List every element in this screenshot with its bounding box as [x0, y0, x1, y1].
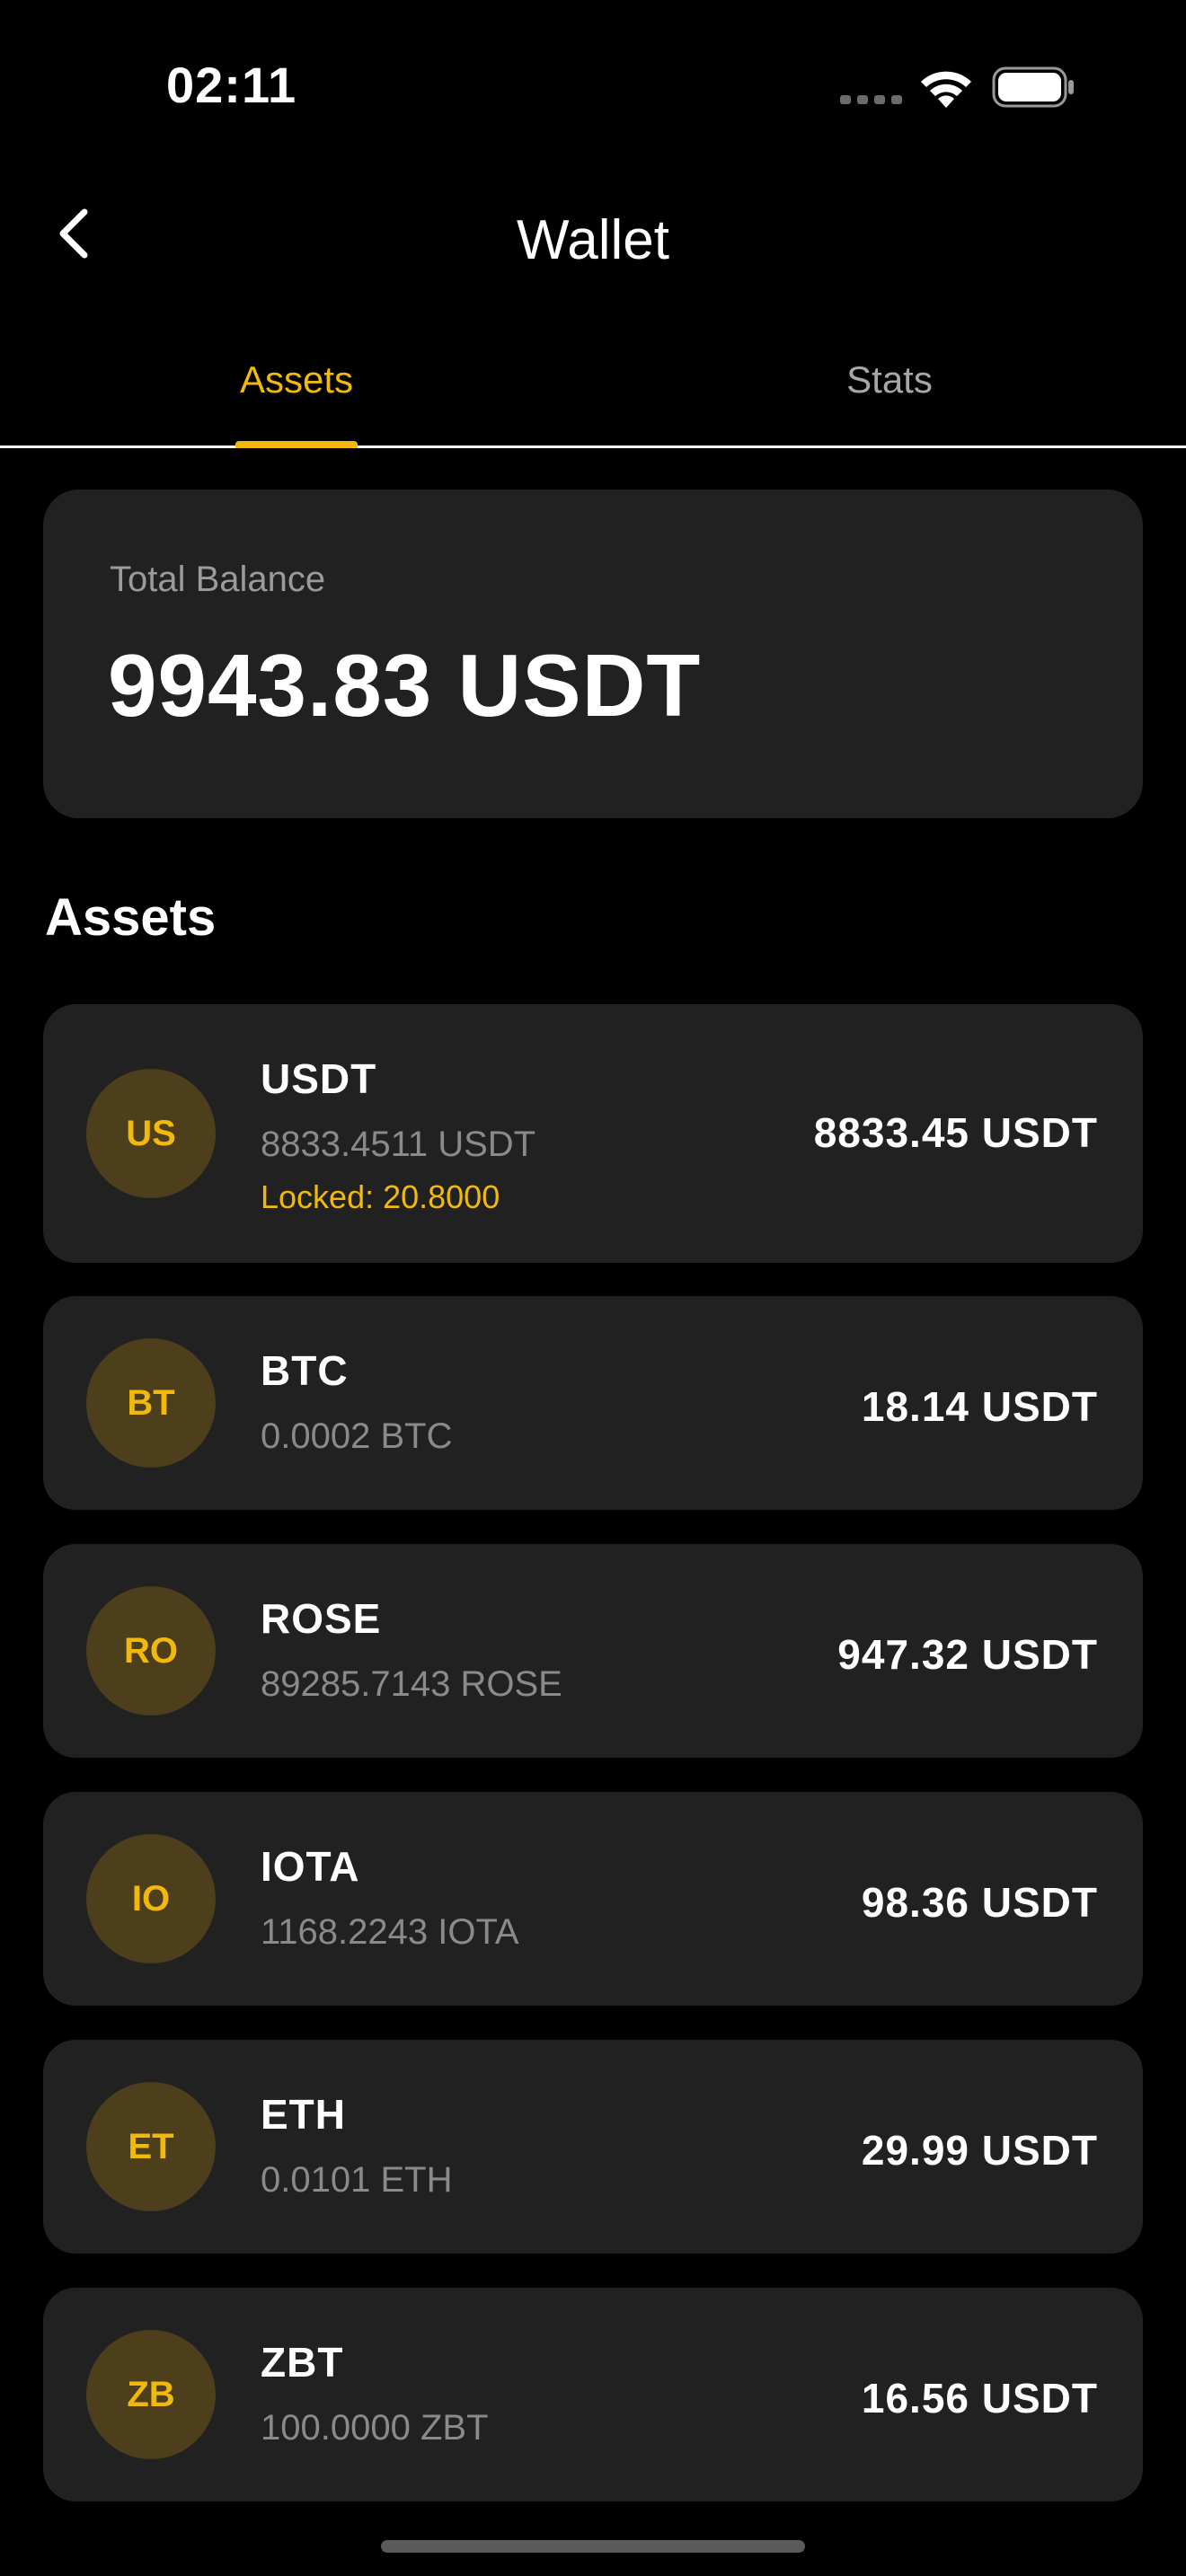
asset-card-btc[interactable]: BT BTC 0.0002 BTC 18.14 USDT — [43, 1296, 1143, 1510]
asset-card-rose[interactable]: RO ROSE 89285.7143 ROSE 947.32 USDT — [43, 1544, 1143, 1758]
asset-card-eth[interactable]: ET ETH 0.0101 ETH 29.99 USDT — [43, 2040, 1143, 2254]
tab-assets[interactable]: Assets — [0, 350, 593, 446]
asset-value: 29.99 USDT — [861, 2127, 1098, 2174]
coin-avatar: US — [86, 1069, 216, 1198]
asset-value: 16.56 USDT — [861, 2375, 1098, 2422]
home-indicator — [381, 2540, 805, 2553]
asset-symbol: IOTA — [261, 1843, 360, 1890]
coin-avatar: BT — [86, 1338, 216, 1468]
tab-stats[interactable]: Stats — [593, 350, 1186, 446]
signal-dots-icon — [840, 95, 902, 104]
asset-amount: 0.0002 BTC — [261, 1416, 453, 1456]
asset-amount: 1168.2243 IOTA — [261, 1912, 519, 1952]
asset-card-iota[interactable]: IO IOTA 1168.2243 IOTA 98.36 USDT — [43, 1792, 1143, 2006]
battery-icon — [992, 66, 1074, 108]
asset-amount: 89285.7143 ROSE — [261, 1664, 562, 1704]
asset-symbol: USDT — [261, 1055, 377, 1102]
assets-section-title: Assets — [45, 888, 217, 947]
asset-value: 947.32 USDT — [837, 1631, 1098, 1678]
status-bar: 02:11 — [0, 0, 1186, 171]
status-time: 02:11 — [166, 57, 297, 113]
asset-symbol: ETH — [261, 2091, 346, 2138]
total-balance-label: Total Balance — [110, 560, 326, 599]
header: Wallet — [0, 171, 1186, 314]
coin-avatar: ZB — [86, 2330, 216, 2459]
asset-amount: 8833.4511 USDT — [261, 1125, 536, 1164]
asset-card-usdt[interactable]: US USDT 8833.4511 USDT Locked: 20.8000 8… — [43, 1004, 1143, 1263]
tab-bar: Assets Stats — [0, 350, 1186, 448]
asset-symbol: ROSE — [261, 1595, 382, 1642]
asset-amount: 100.0000 ZBT — [261, 2408, 489, 2448]
asset-amount: 0.0101 ETH — [261, 2160, 453, 2200]
page-title: Wallet — [517, 209, 669, 271]
asset-value: 8833.45 USDT — [813, 1109, 1098, 1156]
asset-symbol: ZBT — [261, 2339, 344, 2386]
active-tab-indicator — [235, 441, 358, 448]
asset-symbol: BTC — [261, 1347, 349, 1394]
asset-value: 18.14 USDT — [861, 1383, 1098, 1430]
asset-value: 98.36 USDT — [861, 1879, 1098, 1926]
total-balance-card: Total Balance 9943.83 USDT — [43, 490, 1143, 818]
asset-locked-amount: Locked: 20.8000 — [261, 1178, 500, 1215]
coin-avatar: RO — [86, 1586, 216, 1716]
wifi-icon — [921, 71, 971, 108]
asset-card-zbt[interactable]: ZB ZBT 100.0000 ZBT 16.56 USDT — [43, 2288, 1143, 2501]
coin-avatar: IO — [86, 1834, 216, 1963]
total-balance-value: 9943.83 USDT — [108, 636, 702, 735]
coin-avatar: ET — [86, 2082, 216, 2211]
